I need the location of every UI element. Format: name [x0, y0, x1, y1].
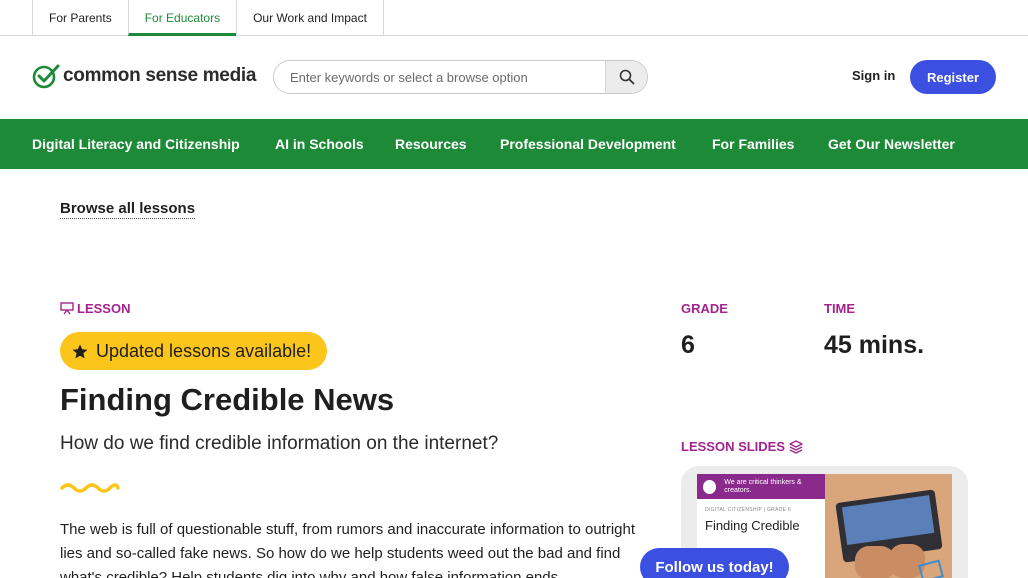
- badge-text: Updated lessons available!: [96, 340, 312, 361]
- register-button[interactable]: Register: [910, 60, 996, 94]
- lesson-subtitle: How do we find credible information on t…: [60, 433, 499, 454]
- nav-digital-literacy[interactable]: Digital Literacy and Citizenship: [32, 119, 240, 169]
- nav-get-newsletter[interactable]: Get Our Newsletter: [828, 119, 955, 169]
- lesson-title: Finding Credible News: [60, 382, 395, 417]
- main-nav: Digital Literacy and Citizenship AI in S…: [0, 119, 1028, 169]
- tab-our-work-and-impact[interactable]: Our Work and Impact: [236, 0, 384, 36]
- lesson-slides-text: LESSON SLIDES: [681, 439, 786, 454]
- star-icon: [72, 344, 88, 358]
- audience-tabs: For Parents For Educators Our Work and I…: [32, 0, 384, 36]
- sign-in-link[interactable]: Sign in: [852, 68, 895, 83]
- slide-band-text: We are critical thinkers & creators.: [724, 478, 802, 494]
- nav-ai-in-schools[interactable]: AI in Schools: [275, 119, 364, 169]
- lesson-type-label: LESSON: [60, 301, 130, 316]
- slide-logo-dot: [703, 479, 717, 494]
- logo-text: common sense media: [63, 65, 257, 86]
- slide-photo: [825, 474, 952, 578]
- search-bar: [273, 60, 648, 94]
- nav-for-families[interactable]: For Families: [712, 119, 794, 169]
- site-header: common sense media Sign in Register: [0, 36, 1028, 119]
- search-icon: [619, 69, 634, 85]
- time-label: TIME: [824, 301, 856, 316]
- grade-value: 6: [681, 331, 695, 359]
- time-value: 45 mins.: [824, 331, 925, 359]
- nav-resources[interactable]: Resources: [395, 119, 467, 169]
- updated-lessons-badge[interactable]: Updated lessons available!: [60, 332, 328, 370]
- slide-big-text: Finding Credible: [705, 518, 800, 533]
- lesson-tag-text: LESSON: [77, 301, 131, 316]
- search-button[interactable]: [605, 61, 647, 93]
- tab-for-parents[interactable]: For Parents: [32, 0, 128, 36]
- lesson-slides-label[interactable]: LESSON SLIDES: [681, 439, 803, 454]
- follow-us-button[interactable]: Follow us today!: [640, 548, 789, 578]
- squiggle-divider: [60, 483, 120, 493]
- slide-band: We are critical thinkers & creators.: [697, 474, 825, 499]
- slide-small-text: DIGITAL CITIZENSHIP | GRADE 6: [705, 507, 792, 513]
- presentation-icon: [60, 302, 74, 315]
- grade-label: GRADE: [681, 301, 728, 316]
- site-logo[interactable]: common sense media: [32, 63, 256, 89]
- browse-all-lessons-link[interactable]: Browse all lessons: [60, 200, 196, 219]
- tab-for-educators[interactable]: For Educators: [127, 0, 237, 36]
- lesson-description: The web is full of questionable stuff, f…: [60, 521, 636, 578]
- search-input[interactable]: [274, 61, 605, 93]
- check-logo-icon: [32, 64, 60, 89]
- audience-tab-bar: For Parents For Educators Our Work and I…: [0, 0, 1028, 36]
- layers-icon: [789, 439, 803, 454]
- nav-professional-development[interactable]: Professional Development: [500, 119, 676, 169]
